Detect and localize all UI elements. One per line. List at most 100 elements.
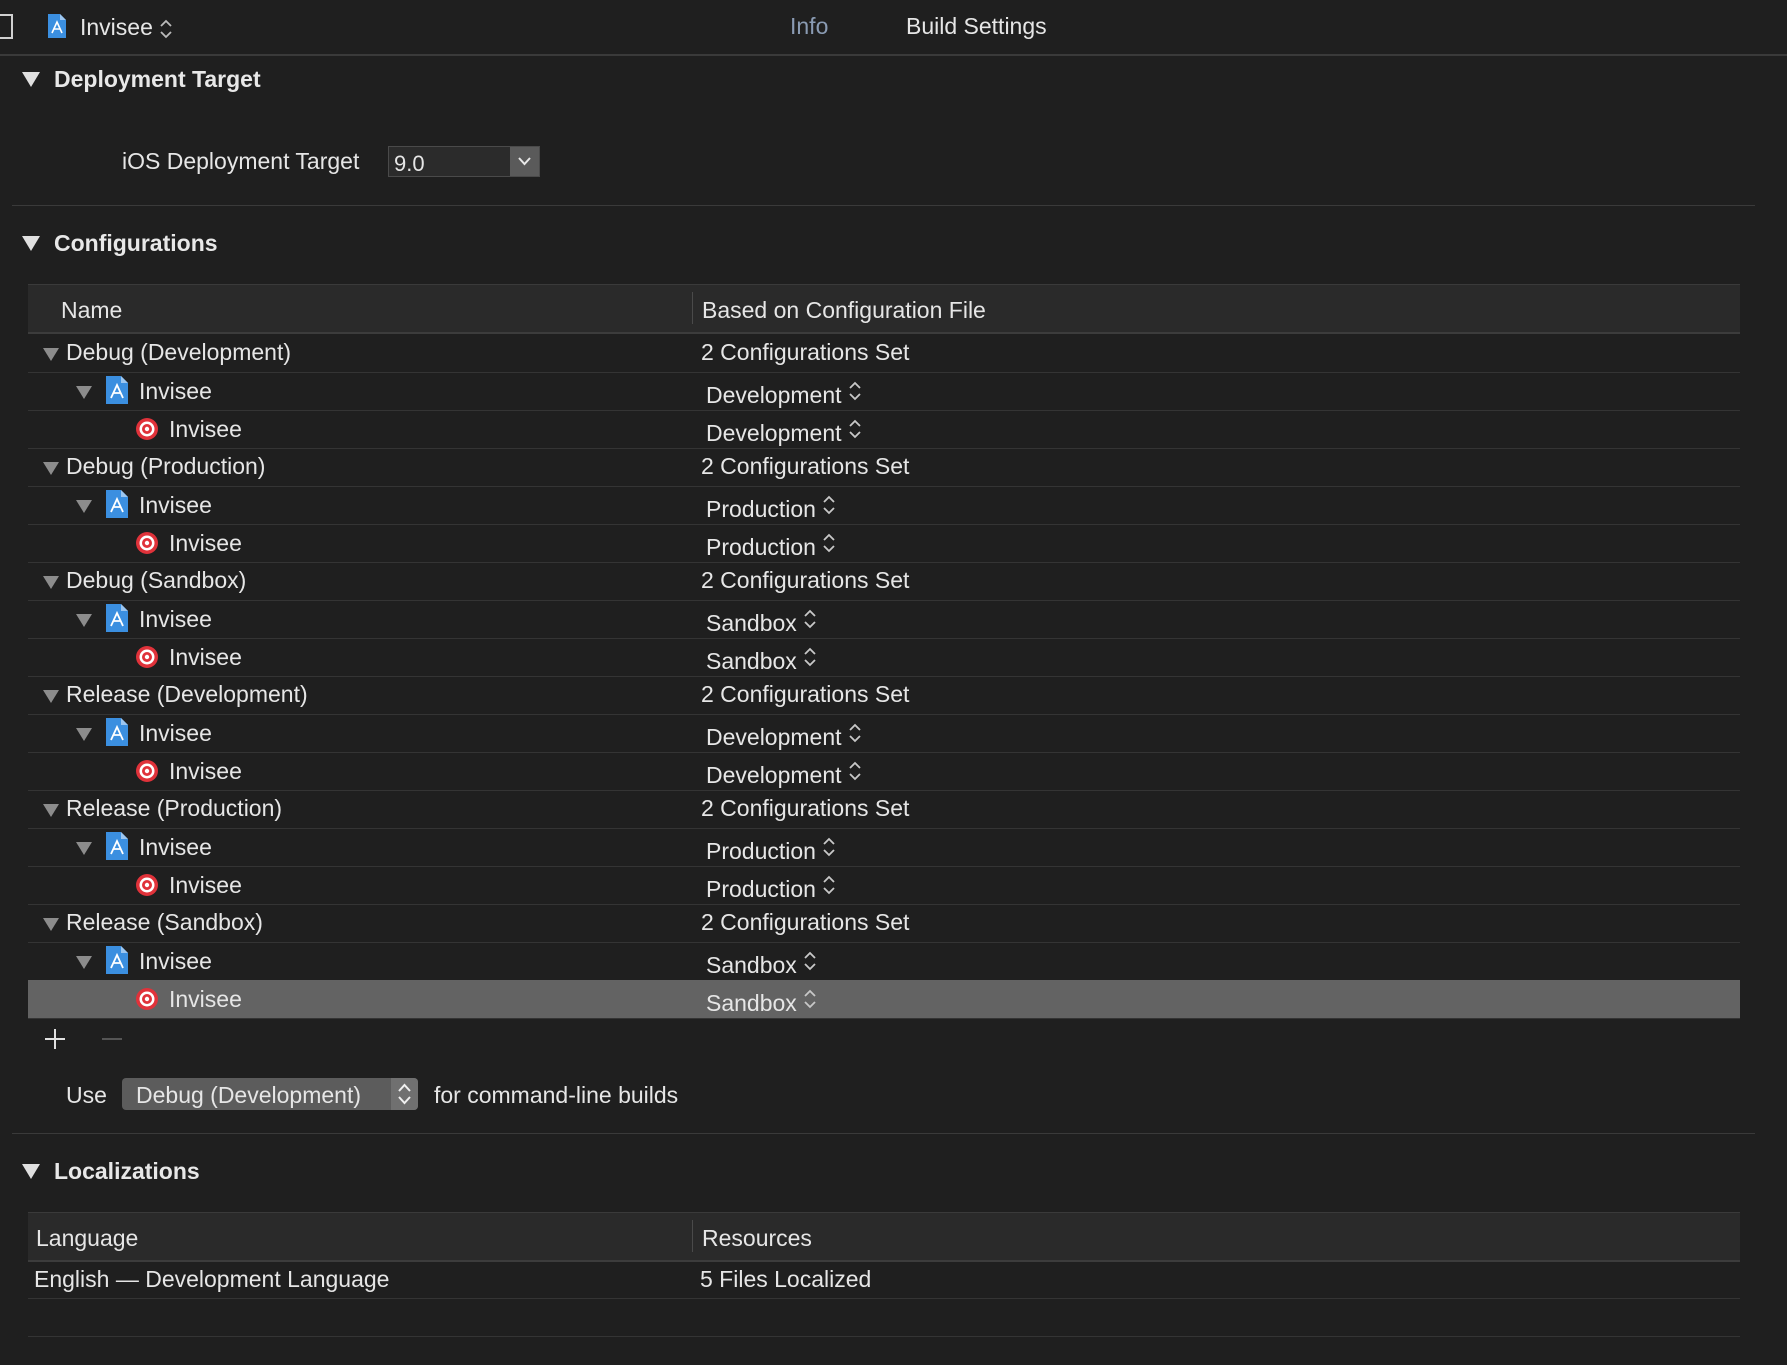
table-row[interactable]: Invisee Sandbox	[28, 600, 1740, 638]
chevron-updown-icon	[804, 989, 816, 1009]
config-file-popup[interactable]: Development	[706, 379, 862, 409]
project-file-icon	[47, 13, 67, 39]
config-file-popup[interactable]: Production	[706, 873, 836, 903]
deployment-disclosure-icon[interactable]	[22, 72, 40, 87]
table-row[interactable]: Release (Sandbox) 2 Configurations Set	[28, 904, 1740, 942]
table-row[interactable]: Invisee Production	[28, 828, 1740, 866]
table-row[interactable]: Invisee Development	[28, 410, 1740, 448]
configurations-disclosure-icon[interactable]	[22, 236, 40, 251]
project-name: Invisee	[139, 492, 212, 518]
table-row[interactable]: Invisee Development	[28, 752, 1740, 790]
command-line-config-popup[interactable]: Debug (Development)	[122, 1078, 418, 1110]
chevron-updown-icon	[804, 647, 816, 667]
add-configuration-button[interactable]	[43, 1027, 67, 1051]
localizations-section-title: Localizations	[54, 1158, 200, 1184]
configuration-summary: 2 Configurations Set	[701, 909, 910, 935]
project-disclosure-icon[interactable]	[76, 500, 92, 513]
localizations-table-header: Language Resources	[28, 1212, 1740, 1262]
table-row[interactable]: Invisee Production	[28, 486, 1740, 524]
project-disclosure-icon[interactable]	[76, 842, 92, 855]
config-file-popup[interactable]: Development	[706, 417, 862, 447]
table-row[interactable]: Debug (Development) 2 Configurations Set	[28, 334, 1740, 372]
ios-deployment-combo[interactable]: 9.0	[388, 146, 540, 177]
group-disclosure-icon[interactable]	[43, 576, 59, 589]
project-disclosure-icon[interactable]	[76, 956, 92, 969]
use-label: Use	[66, 1082, 107, 1108]
ios-deployment-label: iOS Deployment Target	[122, 148, 360, 174]
group-disclosure-icon[interactable]	[43, 804, 59, 817]
config-file-value: Sandbox	[706, 648, 797, 674]
group-disclosure-icon[interactable]	[43, 462, 59, 475]
row-divider	[28, 1018, 1740, 1019]
project-file-icon	[105, 375, 129, 405]
project-disclosure-icon[interactable]	[76, 728, 92, 741]
project-name: Invisee	[139, 378, 212, 404]
config-file-popup[interactable]: Development	[706, 759, 862, 789]
config-file-popup[interactable]: Sandbox	[706, 949, 817, 979]
remove-configuration-button[interactable]	[100, 1027, 124, 1051]
table-row[interactable]: Invisee Sandbox	[28, 638, 1740, 676]
tab-build-settings[interactable]: Build Settings	[906, 13, 1047, 40]
config-file-popup[interactable]: Sandbox	[706, 987, 817, 1017]
configuration-summary: 2 Configurations Set	[701, 453, 910, 479]
table-row[interactable]: Invisee Sandbox	[28, 942, 1740, 980]
project-name: Invisee	[139, 720, 212, 746]
chevron-updown-icon	[804, 609, 816, 629]
table-row[interactable]: Debug (Sandbox) 2 Configurations Set	[28, 562, 1740, 600]
config-file-popup[interactable]: Sandbox	[706, 607, 817, 637]
use-suffix-label: for command-line builds	[434, 1082, 679, 1108]
resources-cell: 5 Files Localized	[700, 1266, 872, 1292]
chevron-updown-icon	[849, 381, 861, 401]
config-file-value: Development	[706, 420, 842, 446]
table-row[interactable]: Invisee Development	[28, 372, 1740, 410]
column-header-resources[interactable]: Resources	[702, 1225, 812, 1252]
config-file-popup[interactable]: Production	[706, 835, 836, 865]
combo-dropdown-button[interactable]	[510, 147, 539, 176]
chevron-updown-icon	[849, 723, 861, 743]
group-disclosure-icon[interactable]	[43, 348, 59, 361]
column-divider	[692, 292, 693, 324]
project-disclosure-icon[interactable]	[76, 386, 92, 399]
table-row[interactable]: Invisee Production	[28, 524, 1740, 562]
localizations-disclosure-icon[interactable]	[22, 1164, 40, 1179]
target-icon	[135, 417, 159, 441]
config-file-popup[interactable]: Production	[706, 493, 836, 523]
chevron-updown-icon	[823, 495, 835, 515]
tab-info[interactable]: Info	[790, 13, 828, 40]
column-header-file[interactable]: Based on Configuration File	[702, 297, 986, 324]
table-row[interactable]: Invisee Sandbox	[28, 980, 1740, 1018]
sidebar-toggle-icon[interactable]	[0, 14, 13, 39]
config-file-popup[interactable]: Development	[706, 721, 862, 751]
project-selector[interactable]: Invisee	[80, 14, 173, 41]
table-row[interactable]: Invisee Development	[28, 714, 1740, 752]
configurations-section-title: Configurations	[54, 230, 218, 256]
configuration-summary: 2 Configurations Set	[701, 567, 910, 593]
column-header-name[interactable]: Name	[61, 297, 122, 324]
config-file-popup[interactable]: Sandbox	[706, 645, 817, 675]
project-disclosure-icon[interactable]	[76, 614, 92, 627]
chevron-updown-icon	[823, 533, 835, 553]
group-disclosure-icon[interactable]	[43, 690, 59, 703]
project-name: Invisee	[80, 14, 153, 40]
config-file-value: Production	[706, 838, 816, 864]
ios-deployment-value: 9.0	[394, 151, 425, 176]
table-row[interactable]: Release (Production) 2 Configurations Set	[28, 790, 1740, 828]
target-icon	[135, 873, 159, 897]
table-row[interactable]: Release (Development) 2 Configurations Se…	[28, 676, 1740, 714]
configuration-name: Debug (Sandbox)	[66, 567, 247, 593]
target-name: Invisee	[169, 986, 242, 1012]
minus-icon	[102, 1038, 122, 1040]
config-file-popup[interactable]: Production	[706, 531, 836, 561]
language-cell: English — Development Language	[34, 1266, 390, 1292]
column-header-language[interactable]: Language	[36, 1225, 138, 1252]
table-row[interactable]: Invisee Production	[28, 866, 1740, 904]
table-row[interactable]: Debug (Production) 2 Configurations Set	[28, 448, 1740, 486]
table-row[interactable]: English — Development Language 5 Files L…	[28, 1262, 1740, 1298]
section-divider	[12, 1133, 1755, 1134]
group-disclosure-icon[interactable]	[43, 918, 59, 931]
chevron-updown-icon	[823, 837, 835, 857]
row-divider	[28, 1336, 1740, 1337]
popup-stepper	[391, 1078, 418, 1110]
configuration-name: Debug (Production)	[66, 453, 266, 479]
chevron-updown-icon	[849, 419, 861, 439]
